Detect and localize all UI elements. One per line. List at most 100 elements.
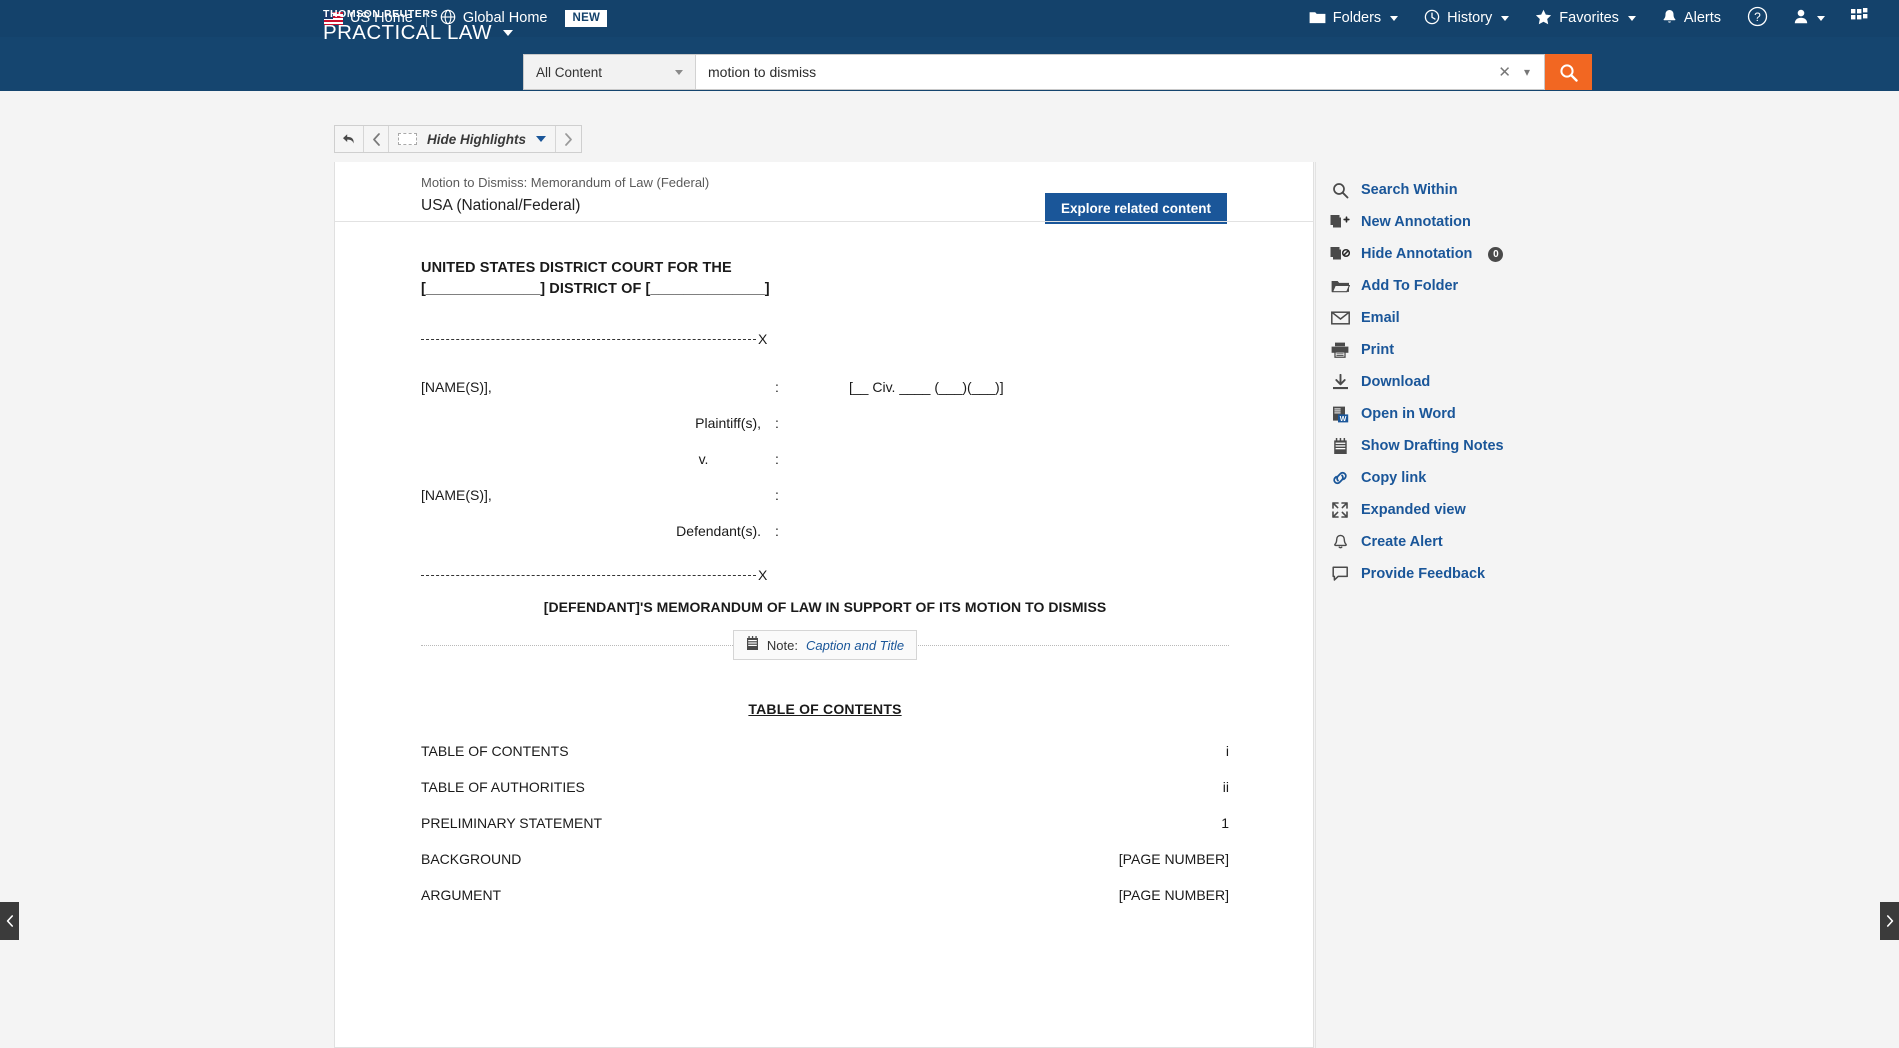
toc-entry-page: 1 [1199, 815, 1229, 831]
content-scope-dropdown[interactable]: All Content [524, 55, 696, 89]
caption-spacer-4 [421, 441, 646, 477]
table-row[interactable]: BACKGROUND [PAGE NUMBER] [421, 841, 1229, 877]
memorandum-title: [DEFENDANT]'S MEMORANDUM OF LAW IN SUPPO… [421, 599, 1229, 615]
drafting-note-chip[interactable]: Note: Caption and Title [733, 630, 917, 660]
hide-highlights-button[interactable]: Hide Highlights [389, 126, 556, 152]
previous-document-button[interactable] [364, 126, 389, 152]
folder-icon [1330, 279, 1350, 294]
note-link[interactable]: Caption and Title [806, 638, 904, 653]
case-number: [__ Civ. ____ (___)(___)] [849, 369, 1229, 405]
caption-spacer-5 [849, 441, 1229, 477]
sidebar-item-download[interactable]: Download [1316, 366, 1567, 398]
plaintiff-label: Plaintiff(s), [646, 405, 761, 441]
table-row[interactable]: TABLE OF AUTHORITIES ii [421, 769, 1229, 805]
search-icon [1559, 63, 1578, 82]
back-button[interactable] [335, 126, 364, 152]
caption-row-plaintiff-name: [NAME(S)], : [__ Civ. ____ (___)(___)] [421, 369, 1229, 405]
new-badge: NEW [565, 10, 607, 28]
folders-menu[interactable]: Folders [1296, 10, 1411, 28]
explore-related-content-button[interactable]: Explore related content [1045, 193, 1227, 224]
search-submit-button[interactable] [1545, 54, 1592, 90]
sidebar-item-label: New Annotation [1361, 214, 1471, 230]
sidebar-item-copy-link[interactable]: Copy link [1316, 462, 1567, 494]
speech-bubble-icon [1330, 566, 1350, 582]
drafting-note-icon [746, 636, 759, 654]
sidebar-item-hide-annotation[interactable]: Hide Annotation 0 [1316, 238, 1567, 270]
printer-icon [1330, 342, 1350, 358]
caption-top-rule: X [421, 331, 1229, 347]
favorites-menu[interactable]: Favorites [1522, 9, 1649, 29]
document-breadcrumb-title: Motion to Dismiss: Memorandum of Law (Fe… [421, 175, 709, 190]
scope-value: All Content [536, 65, 602, 80]
sidebar-item-expanded-view[interactable]: Expanded view [1316, 494, 1567, 526]
word-document-icon: W [1330, 406, 1350, 423]
chevron-down-icon[interactable] [536, 136, 546, 142]
caption-spacer-2 [421, 405, 646, 441]
sidebar-item-label: Provide Feedback [1361, 566, 1485, 582]
previous-page-arrow[interactable] [0, 902, 19, 940]
table-row[interactable]: PRELIMINARY STATEMENT 1 [421, 805, 1229, 841]
court-line-1: UNITED STATES DISTRICT COURT FOR THE [421, 258, 1229, 279]
search-input[interactable] [696, 55, 1484, 89]
star-icon [1535, 9, 1552, 29]
sidebar-item-show-drafting-notes[interactable]: Show Drafting Notes [1316, 430, 1567, 462]
caption-row-defendant-name: [NAME(S)], : [421, 477, 1229, 513]
caption-row-versus: v. : [421, 441, 1229, 477]
table-row[interactable]: ARGUMENT [PAGE NUMBER] [421, 877, 1229, 913]
toc-entry-page: ii [1199, 779, 1229, 795]
document-panel: Motion to Dismiss: Memorandum of Law (Fe… [334, 162, 1314, 1048]
toc-entry-label: TABLE OF AUTHORITIES [421, 779, 1199, 795]
toc-entry-label: ARGUMENT [421, 887, 1119, 903]
clear-search-icon[interactable]: ✕ [1498, 63, 1511, 81]
plaintiff-name: [NAME(S)], [421, 369, 646, 405]
court-line-2: [______________] DISTRICT OF [__________… [421, 279, 1229, 300]
chevron-down-icon [1390, 16, 1398, 21]
user-icon [1794, 9, 1808, 28]
help-button[interactable]: ? [1734, 6, 1781, 31]
global-top-navigation: US Home Global Home NEW Folders [0, 0, 1899, 37]
svg-text:W: W [1339, 416, 1346, 423]
toc-entry-page: [PAGE NUMBER] [1119, 887, 1229, 903]
practical-law-label: PRACTICAL LAW [323, 23, 513, 44]
next-document-button[interactable] [556, 126, 581, 152]
caption-bottom-rule: X [421, 567, 1229, 583]
document-header: Motion to Dismiss: Memorandum of Law (Fe… [335, 162, 1313, 220]
history-label: History [1447, 11, 1492, 26]
sidebar-item-new-annotation[interactable]: New Annotation [1316, 206, 1567, 238]
alerts-link[interactable]: Alerts [1649, 9, 1734, 29]
court-caption-title: UNITED STATES DISTRICT COURT FOR THE [__… [421, 258, 1229, 300]
sidebar-item-open-in-word[interactable]: W Open in Word [1316, 398, 1567, 430]
document-body: UNITED STATES DISTRICT COURT FOR THE [__… [335, 222, 1314, 1048]
defendant-name: [NAME(S)], [421, 477, 646, 513]
folder-icon [1309, 10, 1326, 28]
caption-colon-2: : [761, 405, 849, 441]
sidebar-item-print[interactable]: Print [1316, 334, 1567, 366]
table-of-contents-heading: TABLE OF CONTENTS [421, 701, 1229, 717]
next-page-arrow[interactable] [1880, 902, 1899, 940]
svg-text:?: ? [1754, 10, 1761, 24]
alerts-label: Alerts [1684, 11, 1721, 26]
sidebar-item-label: Add To Folder [1361, 278, 1458, 294]
chevron-down-icon[interactable] [503, 30, 513, 36]
practical-law-logo[interactable]: THOMSON REUTERS PRACTICAL LAW [323, 9, 513, 43]
note-prefix: Note: [767, 638, 798, 653]
history-menu[interactable]: History [1411, 9, 1522, 29]
sidebar-item-add-to-folder[interactable]: Add To Folder [1316, 270, 1567, 302]
sidebar-item-create-alert[interactable]: Create Alert [1316, 526, 1567, 558]
table-of-contents-list: TABLE OF CONTENTS i TABLE OF AUTHORITIES… [421, 733, 1229, 913]
toolbar-band [0, 91, 1899, 162]
caption-colon-3: : [761, 441, 849, 477]
account-menu[interactable] [1781, 9, 1838, 28]
sidebar-item-label: Hide Annotation [1361, 246, 1472, 262]
search-options-chevron-icon[interactable]: ▾ [1524, 65, 1530, 79]
caption-spacer-1 [646, 369, 761, 405]
toc-entry-label: BACKGROUND [421, 851, 1119, 867]
sidebar-item-label: Print [1361, 342, 1394, 358]
sidebar-item-search-within[interactable]: Search Within [1316, 174, 1567, 206]
app-launcher-button[interactable] [1838, 8, 1881, 29]
clock-icon [1424, 9, 1440, 29]
table-row[interactable]: TABLE OF CONTENTS i [421, 733, 1229, 769]
case-caption-table: [NAME(S)], : [__ Civ. ____ (___)(___)] P… [421, 369, 1229, 549]
sidebar-item-provide-feedback[interactable]: Provide Feedback [1316, 558, 1567, 590]
sidebar-item-email[interactable]: Email [1316, 302, 1567, 334]
